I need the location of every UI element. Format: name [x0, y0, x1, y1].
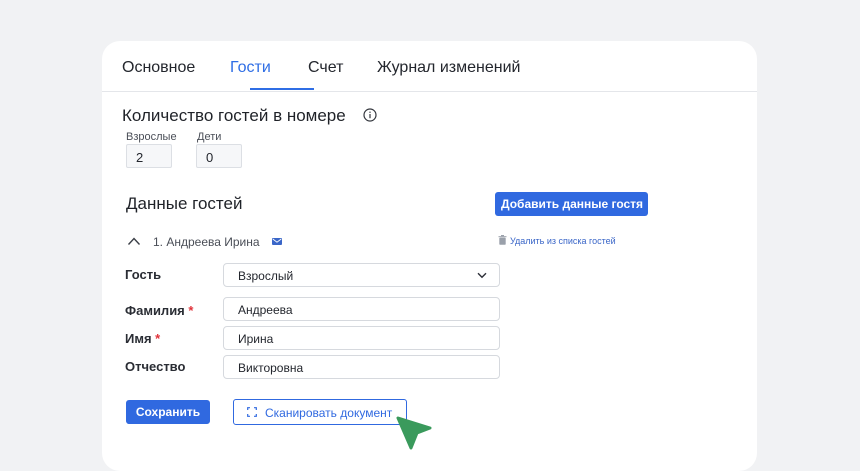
guests-section-title: Данные гостей — [126, 194, 243, 213]
tab-change-log[interactable]: Журнал изменений — [377, 59, 520, 91]
info-icon[interactable] — [363, 108, 377, 122]
patronymic-label: Отчество — [125, 359, 186, 374]
save-button[interactable]: Сохранить — [126, 400, 210, 424]
chevron-down-icon — [477, 272, 487, 279]
first-name-input[interactable]: Ирина — [223, 326, 500, 350]
scan-document-label: Сканировать документ — [265, 406, 393, 420]
scan-document-button[interactable]: Сканировать документ — [233, 399, 407, 425]
mail-icon — [272, 238, 282, 245]
tab-bar: Основное Гости Счет Журнал изменений — [102, 41, 757, 92]
guest-type-value: Взрослый — [238, 269, 294, 283]
first-name-label-text: Имя — [125, 331, 152, 346]
mouse-cursor-icon — [396, 416, 432, 450]
scan-frame-icon — [247, 407, 257, 417]
patronymic-input[interactable]: Викторовна — [223, 355, 500, 379]
tab-main[interactable]: Основное — [122, 59, 195, 91]
reservation-card: Основное Гости Счет Журнал изменений Кол… — [102, 41, 757, 471]
tab-bill[interactable]: Счет — [308, 59, 343, 91]
chevron-up-icon[interactable] — [127, 236, 141, 246]
remove-guest-link[interactable]: Удалить из списка гостей — [510, 236, 616, 246]
surname-input[interactable]: Андреева — [223, 297, 500, 321]
guest-count-title: Количество гостей в номере — [122, 106, 346, 125]
add-guest-button[interactable]: Добавить данные гостя — [495, 192, 648, 216]
active-tab-indicator — [250, 88, 314, 90]
adults-label: Взрослые — [126, 131, 177, 143]
required-mark: * — [155, 331, 161, 346]
tab-guests[interactable]: Гости — [230, 59, 271, 91]
guest-type-select[interactable]: Взрослый — [223, 263, 500, 287]
guest-type-label: Гость — [125, 267, 162, 282]
required-mark: * — [188, 303, 194, 318]
adults-count-input[interactable]: 2 — [126, 144, 172, 168]
first-name-label: Имя * — [125, 331, 160, 346]
guest-entry-name: 1. Андреева Ирина — [153, 235, 260, 249]
children-label: Дети — [197, 131, 222, 143]
trash-icon[interactable] — [498, 235, 507, 245]
children-count-input[interactable]: 0 — [196, 144, 242, 168]
surname-label: Фамилия * — [125, 303, 193, 318]
surname-label-text: Фамилия — [125, 303, 185, 318]
